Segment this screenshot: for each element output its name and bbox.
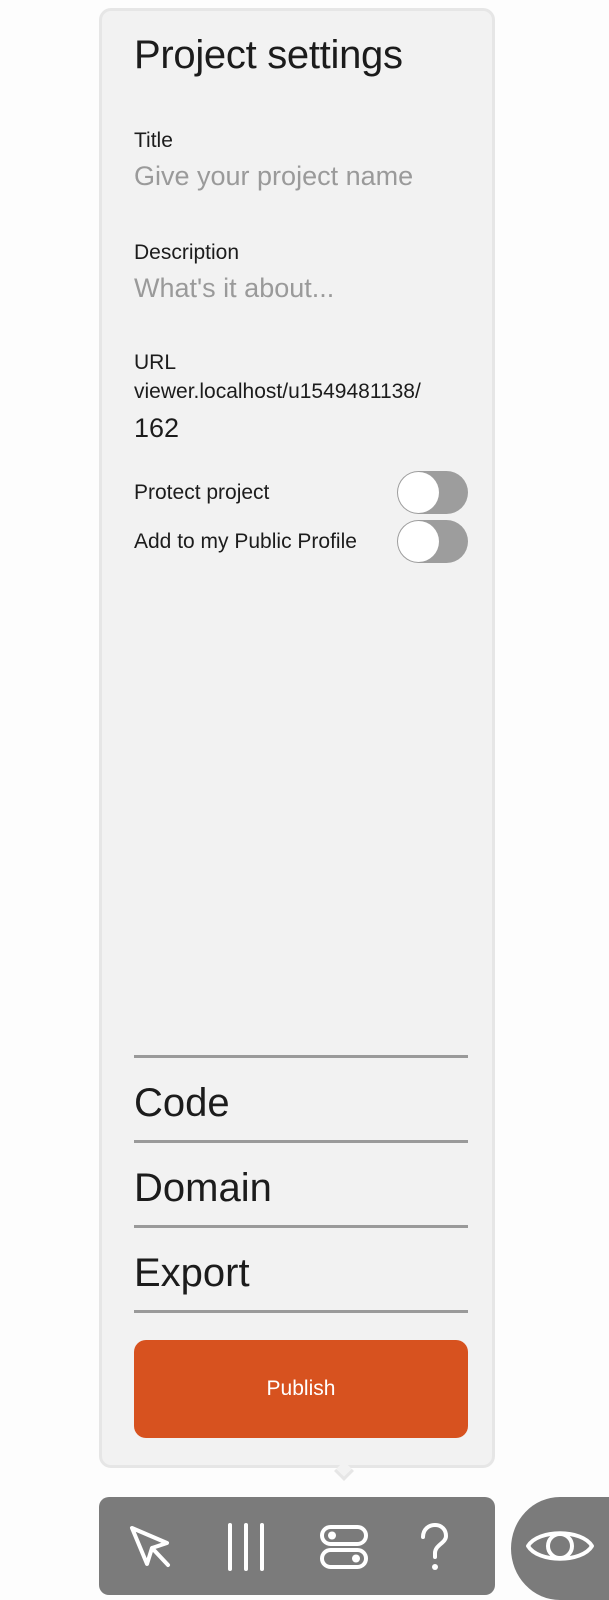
toggle-knob [398,472,439,513]
description-label: Description [134,241,240,264]
url-label: URL [134,351,177,374]
settings-tool-button[interactable] [309,1512,379,1582]
pointer-tool-button[interactable] [114,1512,184,1582]
protect-project-row: Protect project [134,471,468,515]
section-domain[interactable]: Domain [134,1166,272,1211]
section-divider [134,1310,468,1313]
section-divider [134,1055,468,1058]
protect-project-label: Protect project [134,481,270,504]
section-export[interactable]: Export [134,1251,250,1296]
section-divider [134,1225,468,1228]
public-profile-toggle[interactable] [397,520,468,563]
columns-icon [218,1519,274,1575]
url-id: 162 [134,413,180,443]
help-tool-button[interactable] [399,1512,469,1582]
public-profile-label: Add to my Public Profile [134,530,357,553]
section-code[interactable]: Code [134,1081,230,1126]
section-divider [134,1140,468,1143]
help-icon [406,1519,462,1575]
bottom-toolbar [99,1497,495,1595]
url-value[interactable]: viewer.localhost/u1549481138/ 162 [134,375,464,447]
toggles-icon [316,1519,372,1575]
project-settings-panel: Project settings Title Description URL v… [99,8,495,1468]
title-label: Title [134,129,173,152]
url-base: viewer.localhost/u1549481138/ [134,380,421,403]
eye-icon [525,1521,595,1576]
toggle-knob [398,521,439,562]
public-profile-row: Add to my Public Profile [134,520,468,564]
protect-project-toggle[interactable] [397,471,468,514]
description-input[interactable] [134,270,464,306]
publish-button[interactable]: Publish [134,1340,468,1438]
title-input[interactable] [134,158,464,194]
pointer-icon [121,1519,177,1575]
layout-tool-button[interactable] [211,1512,281,1582]
preview-button[interactable] [511,1497,609,1600]
panel-title: Project settings [134,33,403,77]
